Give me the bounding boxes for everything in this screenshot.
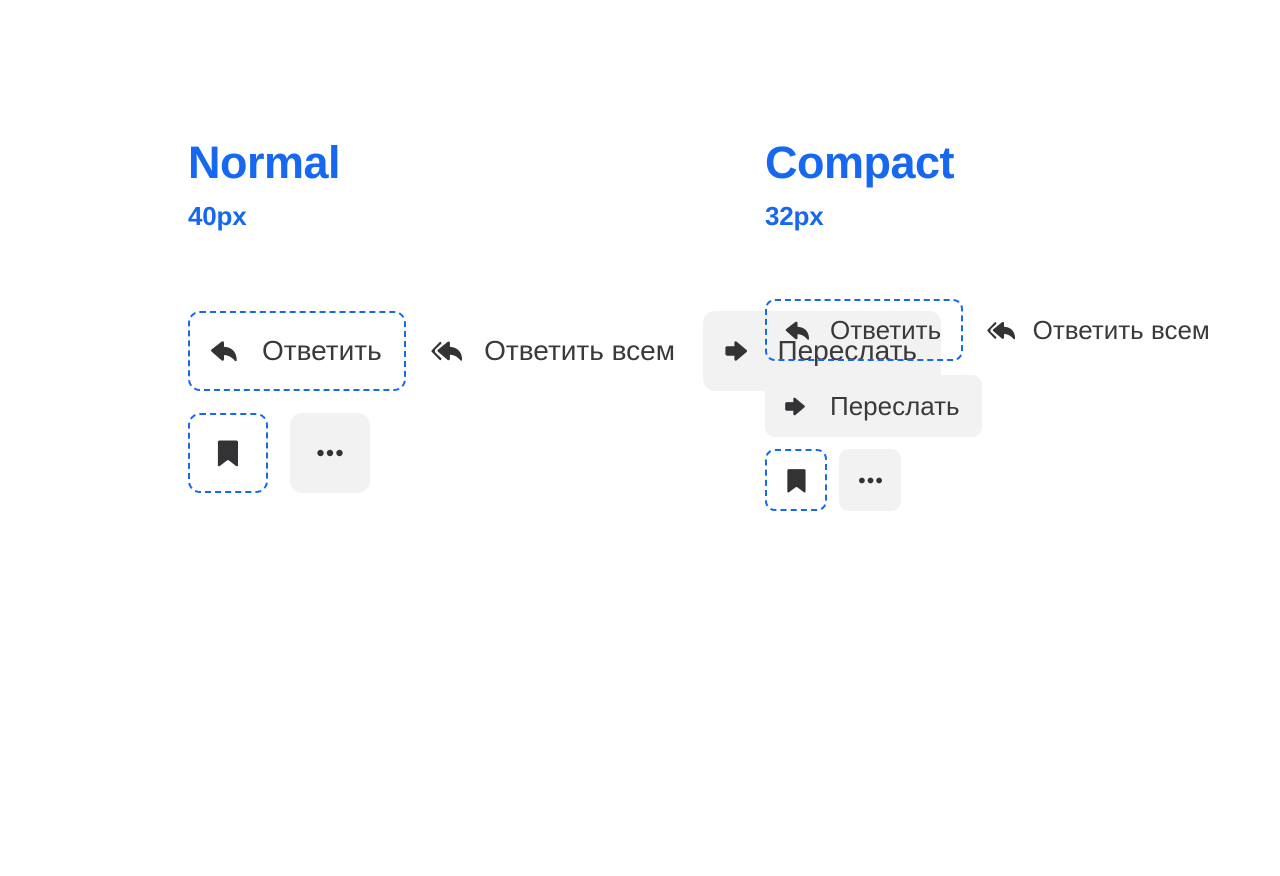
bookmark-button[interactable] [765, 449, 827, 511]
bookmark-icon [782, 466, 811, 495]
reply-all-button-label: Ответить всем [484, 335, 675, 366]
reply-all-button-label: Ответить всем [1032, 315, 1210, 345]
forward-icon [783, 392, 812, 421]
more-dots-icon [856, 466, 885, 495]
reply-button-label: Ответить [262, 335, 382, 366]
more-dots-icon [314, 437, 346, 469]
reply-button[interactable]: Ответить [765, 299, 964, 361]
reply-icon [783, 316, 812, 345]
size-label-compact: 32px [765, 201, 824, 231]
button-stack-compact: Ответить Ответить всем Переслать [765, 287, 1280, 511]
icon-button-row-compact [765, 449, 1280, 511]
reply-all-button[interactable]: Ответить всем [410, 311, 699, 391]
design-spec-canvas: Normal 40px Ответить Ответить всем Перес… [0, 0, 1280, 876]
more-button[interactable] [839, 449, 901, 511]
forward-button-label: Переслать [830, 391, 960, 421]
bookmark-button[interactable] [188, 413, 268, 493]
reply-all-icon [986, 316, 1015, 345]
size-variant-compact: Compact 32px Ответить Ответить всем Пере… [765, 140, 1280, 511]
page-title-compact: Compact [765, 137, 955, 188]
reply-all-button[interactable]: Ответить всем [968, 299, 1232, 361]
reply-icon [208, 335, 240, 367]
forward-button[interactable]: Переслать [765, 375, 982, 437]
reply-button-label: Ответить [830, 315, 942, 345]
forward-icon [723, 335, 755, 367]
reply-button[interactable]: Ответить [188, 311, 406, 391]
reply-all-icon [430, 335, 463, 367]
more-button[interactable] [290, 413, 370, 493]
bookmark-icon [212, 437, 244, 469]
